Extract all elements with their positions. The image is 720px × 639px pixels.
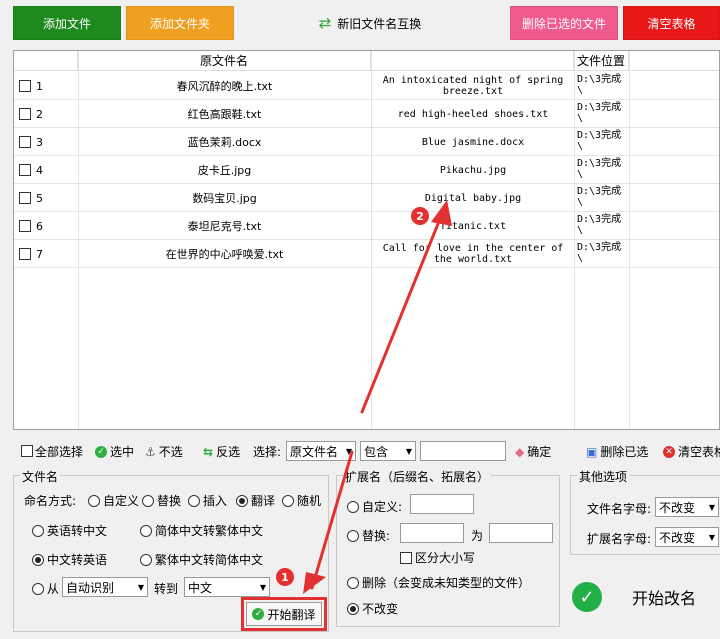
annotation-arrows bbox=[303, 200, 452, 594]
arrow-head-start bbox=[303, 572, 326, 594]
arrow-line-to-start bbox=[310, 450, 354, 590]
arrow-line-to-table bbox=[360, 212, 444, 414]
arrow-head-table bbox=[431, 200, 452, 226]
